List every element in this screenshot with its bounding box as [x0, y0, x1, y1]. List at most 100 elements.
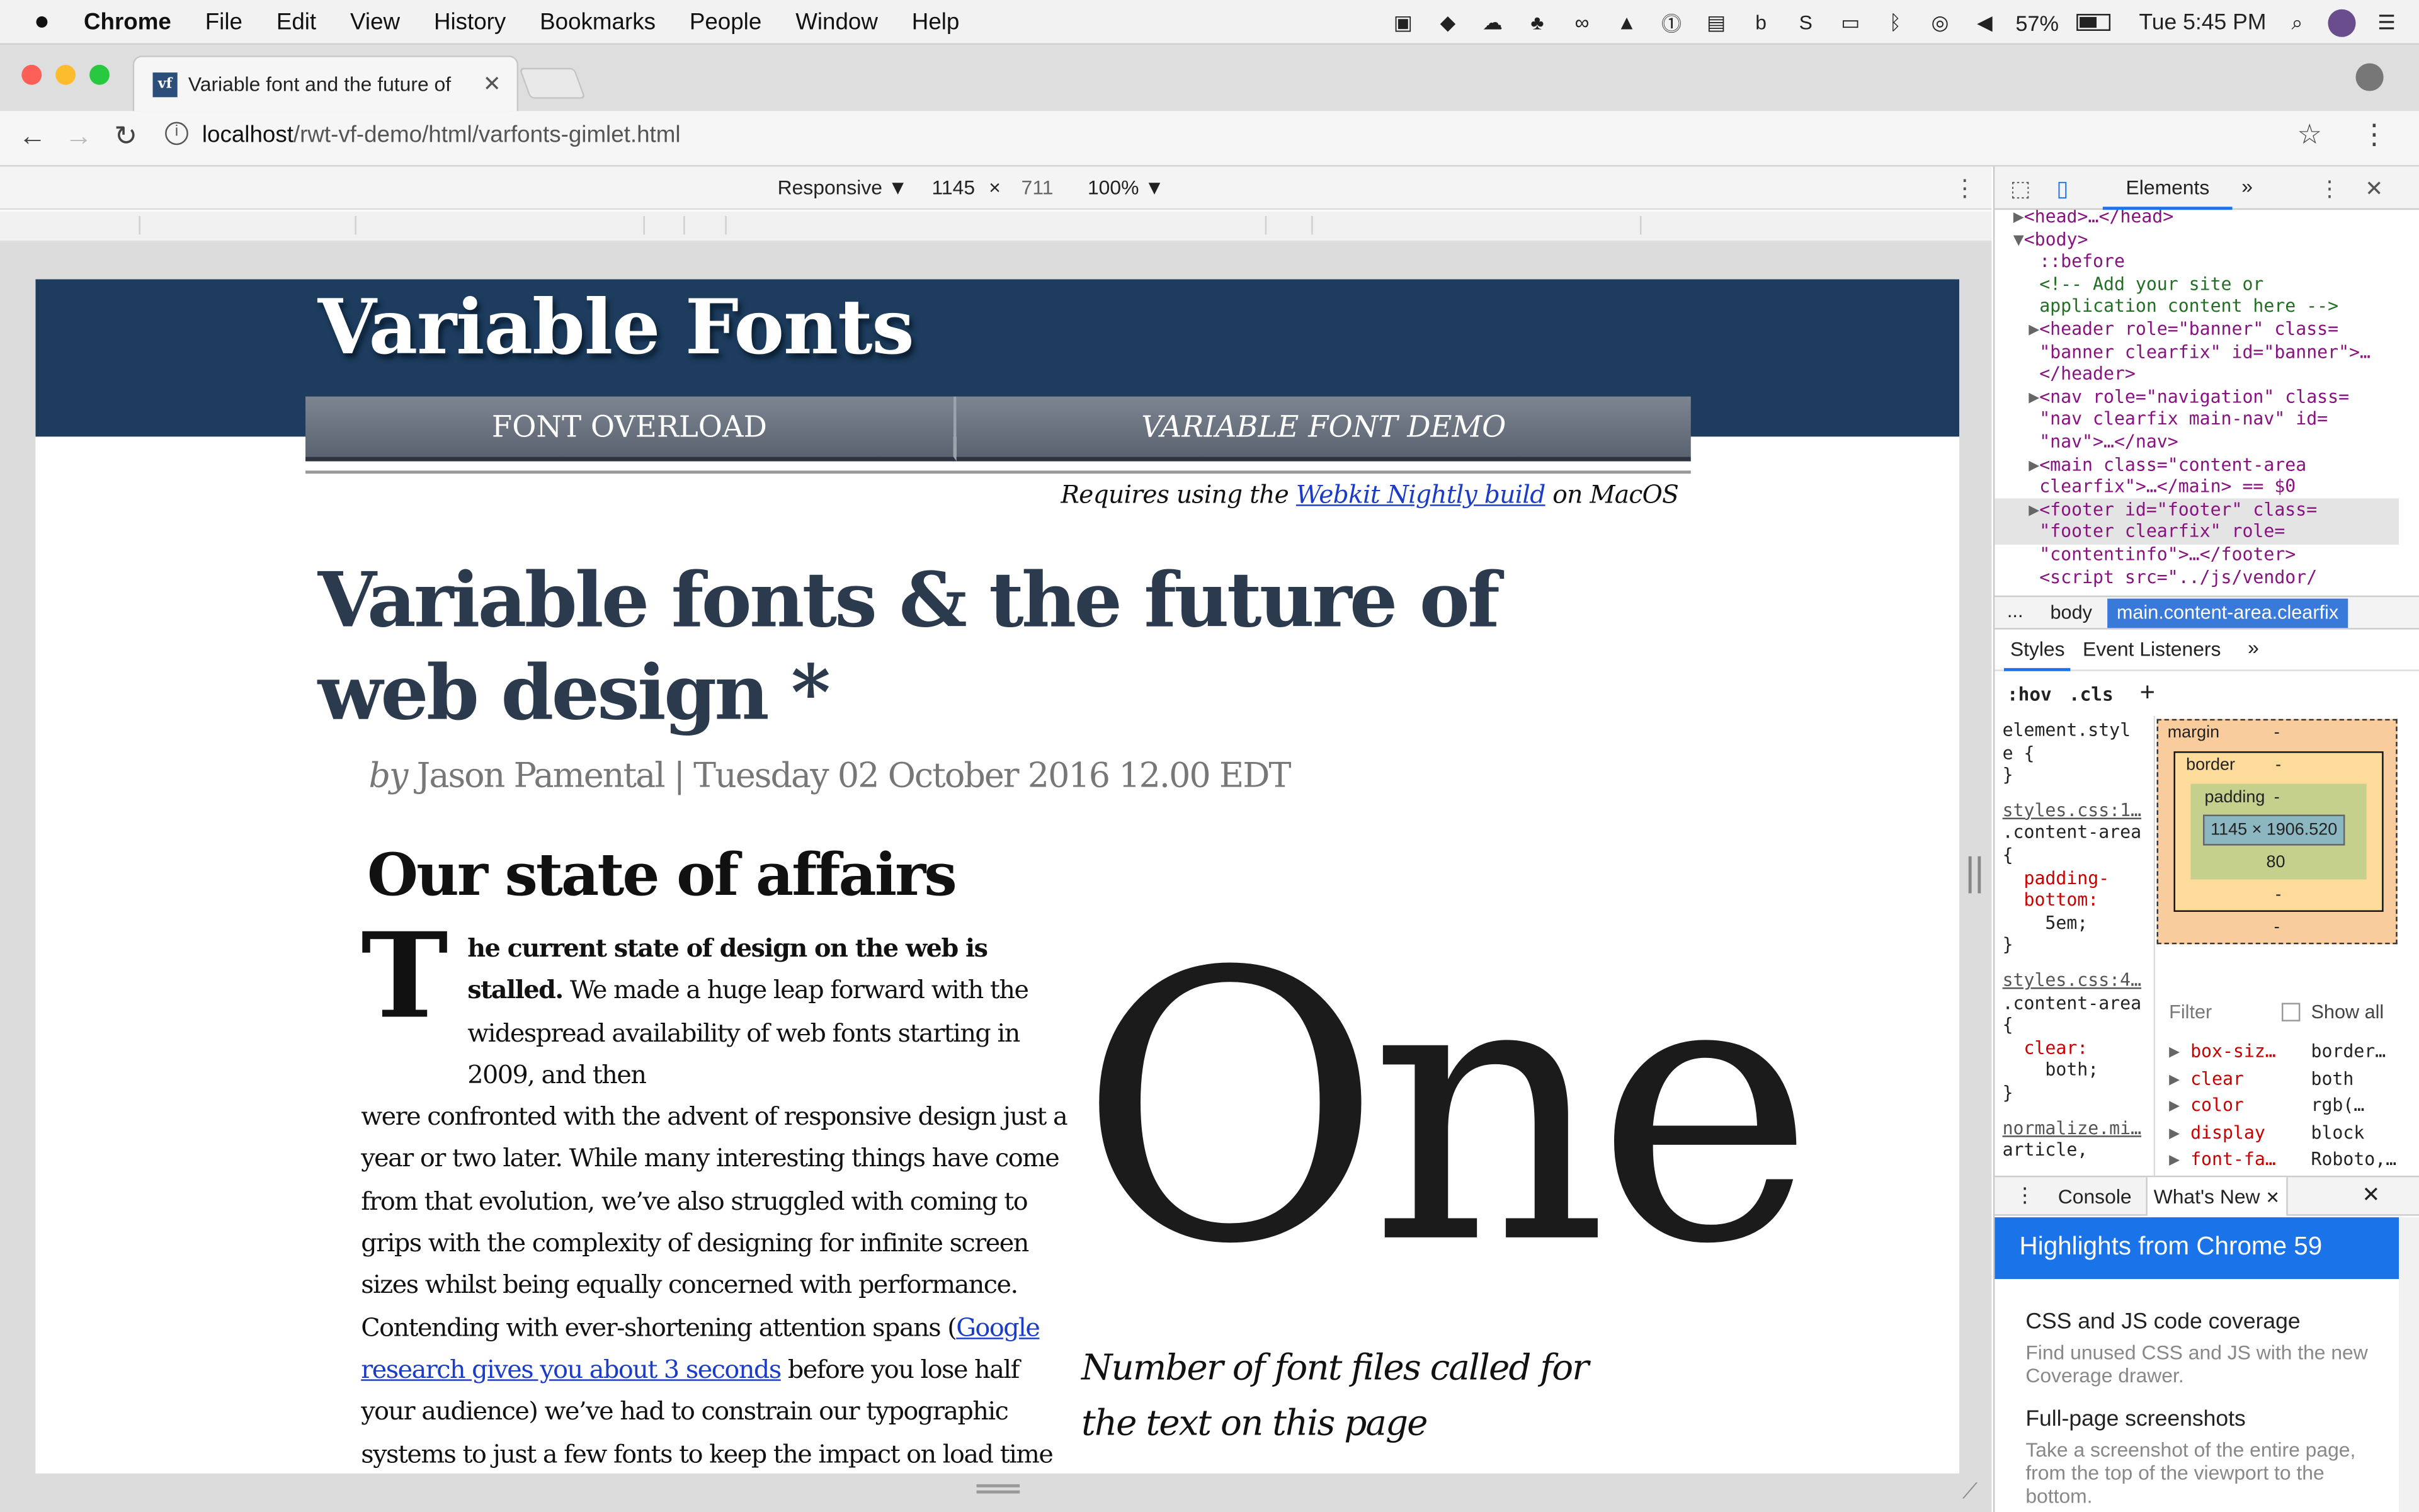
- emulated-viewport[interactable]: Variable Fonts FONT OVERLOAD VARIABLE FO…: [35, 279, 1959, 1474]
- webkit-nightly-link[interactable]: Webkit Nightly build: [1296, 480, 1545, 509]
- expand-arrow-icon[interactable]: [2029, 543, 2039, 564]
- menu-view[interactable]: View: [350, 8, 400, 35]
- sync-icon[interactable]: S: [1792, 10, 1819, 35]
- box-model-diagram[interactable]: margin - border - padding - 1145 × 1906.…: [2156, 719, 2398, 945]
- devtools-scrollbar[interactable]: [2399, 1217, 2419, 1512]
- dom-node-line[interactable]: ▶<head>…</head>: [2013, 210, 2173, 227]
- reload-icon[interactable]: ↻: [114, 120, 137, 152]
- window-minimize-button[interactable]: [55, 64, 76, 85]
- new-tab-button[interactable]: [518, 67, 586, 99]
- viewport-resize-corner-icon[interactable]: ⟋: [1962, 1478, 1978, 1504]
- info-icon[interactable]: i: [165, 122, 188, 145]
- dom-node-line[interactable]: "contentinfo">…</footer>: [2029, 543, 2296, 566]
- screen-record-icon[interactable]: ▣: [1389, 10, 1417, 35]
- bookmark-icon[interactable]: ▤: [1702, 10, 1730, 35]
- new-style-rule-button[interactable]: +: [2140, 678, 2155, 708]
- password-icon[interactable]: ⓵: [1658, 10, 1685, 36]
- devtools-close-icon[interactable]: ✕: [2365, 176, 2383, 202]
- zoom-select[interactable]: 100% ▼: [1088, 176, 1164, 199]
- tab-event-listeners[interactable]: Event Listeners: [2083, 637, 2221, 661]
- breadcrumb-selected[interactable]: main.content-area.clearfix: [2107, 598, 2348, 628]
- expand-arrow-icon[interactable]: ▶: [2029, 318, 2039, 339]
- expand-arrow-icon[interactable]: [2029, 475, 2039, 497]
- expand-arrow-icon[interactable]: [2029, 431, 2039, 452]
- chrome-menu-icon[interactable]: ⋮: [2360, 119, 2388, 151]
- expand-arrow-icon[interactable]: [2029, 273, 2039, 294]
- viewport-resize-handle-bottom[interactable]: [976, 1484, 1020, 1494]
- expand-arrow-icon[interactable]: ▶: [2029, 498, 2039, 520]
- inspect-element-icon[interactable]: ⬚: [2010, 176, 2030, 202]
- viewport-width-input[interactable]: 1145: [932, 176, 976, 199]
- tab-close-icon[interactable]: ✕: [483, 71, 501, 98]
- style-source-link[interactable]: normalize.mi…: [2003, 1117, 2142, 1139]
- computed-row[interactable]: ▶ clear both: [2169, 1067, 2354, 1088]
- dom-node-line[interactable]: "nav">…</nav>: [2029, 431, 2178, 453]
- forward-arrow-icon[interactable]: →: [65, 120, 93, 152]
- apple-icon[interactable]: ●: [34, 6, 50, 37]
- tab-whats-new[interactable]: What's New ✕: [2146, 1177, 2288, 1216]
- dom-node-line[interactable]: clearfix">…</main> == $0: [2029, 475, 2296, 498]
- expand-arrow-icon[interactable]: [2029, 295, 2039, 317]
- style-source-link[interactable]: styles.css:4…: [2003, 969, 2142, 992]
- device-toolbar-more-icon[interactable]: ⋮: [1953, 174, 1976, 202]
- computed-row[interactable]: ▶ box-siz… border…: [2169, 1040, 2386, 1061]
- window-close-button[interactable]: [21, 64, 42, 85]
- style-source-link[interactable]: styles.css:1…: [2003, 799, 2142, 822]
- media-query-ruler[interactable]: [0, 211, 1992, 242]
- dropbox-icon[interactable]: ◆: [1434, 10, 1462, 35]
- computed-row[interactable]: ▶ display block: [2169, 1121, 2364, 1142]
- dom-node-line[interactable]: </header>: [2029, 363, 2136, 385]
- dom-node-line[interactable]: <!-- Add your site or: [2029, 273, 2263, 295]
- cloud-icon[interactable]: ☁: [1479, 10, 1506, 35]
- menu-help[interactable]: Help: [912, 8, 960, 35]
- profile-icon[interactable]: [2355, 63, 2384, 91]
- menu-history[interactable]: History: [434, 8, 506, 35]
- dom-node-line[interactable]: ▶<header role="banner" class=: [2029, 318, 2338, 341]
- bluetooth-icon[interactable]: ᛒ: [1881, 10, 1909, 35]
- tab-elements[interactable]: Elements: [2102, 167, 2233, 210]
- expand-arrow-icon[interactable]: ▶: [2169, 1094, 2190, 1115]
- hov-toggle[interactable]: :hov: [2007, 683, 2052, 705]
- expand-arrow-icon[interactable]: [2029, 363, 2039, 384]
- volume-icon[interactable]: ◀: [1971, 10, 1998, 35]
- menu-edit[interactable]: Edit: [276, 8, 316, 35]
- dom-node-line[interactable]: "footer clearfix" role=: [2029, 521, 2285, 543]
- dom-node-line[interactable]: ▶<main class="content-area: [2029, 453, 2306, 475]
- expand-arrow-icon[interactable]: [2029, 408, 2039, 429]
- nav-item-font-overload[interactable]: FONT OVERLOAD: [305, 396, 957, 462]
- computed-row[interactable]: ▶ font-fa… Roboto,…: [2169, 1148, 2396, 1169]
- menu-app-chrome[interactable]: Chrome: [84, 8, 171, 35]
- device-toggle-icon[interactable]: ▯: [2056, 176, 2068, 202]
- expand-arrow-icon[interactable]: [2029, 566, 2039, 587]
- dom-node-line[interactable]: ▶<nav role="navigation" class=: [2029, 385, 2349, 408]
- menu-window[interactable]: Window: [795, 8, 878, 35]
- menu-people[interactable]: People: [690, 8, 761, 35]
- expand-arrow-icon[interactable]: ▶: [2169, 1148, 2190, 1169]
- airplay-icon[interactable]: ▭: [1836, 10, 1864, 35]
- expand-arrow-icon[interactable]: [2029, 250, 2039, 271]
- expand-arrow-icon[interactable]: ▶: [2169, 1067, 2190, 1088]
- window-zoom-button[interactable]: [89, 64, 110, 85]
- menubar-clock[interactable]: Tue 5:45 PM: [2139, 10, 2266, 35]
- drive-icon[interactable]: ▲: [1613, 10, 1641, 35]
- browser-tab-active[interactable]: vf Variable font and the future of ✕: [132, 55, 519, 111]
- notification-center-icon[interactable]: ☰: [2372, 10, 2400, 35]
- drawer-menu-icon[interactable]: ⋮: [2015, 1183, 2035, 1208]
- user-avatar[interactable]: [2328, 8, 2356, 37]
- styles-more-tabs-icon[interactable]: »: [2248, 635, 2259, 659]
- cls-toggle[interactable]: .cls: [2069, 683, 2114, 705]
- evernote-icon[interactable]: ♣: [1523, 10, 1551, 35]
- expand-arrow-icon[interactable]: ▶: [2029, 453, 2039, 474]
- wifi-icon[interactable]: ◎: [1926, 10, 1954, 35]
- dom-node-line[interactable]: <script src="../js/vendor/: [2029, 566, 2317, 588]
- tab-styles[interactable]: Styles: [2004, 630, 2071, 671]
- expand-arrow-icon[interactable]: ▶: [2013, 210, 2024, 227]
- breadcrumb-body[interactable]: body: [2051, 602, 2092, 623]
- expand-arrow-icon[interactable]: [2029, 521, 2039, 542]
- dom-node-line[interactable]: ::before: [2029, 250, 2125, 273]
- news-title[interactable]: CSS and JS code coverage: [2025, 1310, 2300, 1334]
- computed-row[interactable]: ▶ color rgb(…: [2169, 1094, 2364, 1115]
- dom-node-line[interactable]: ▼<body>: [2013, 228, 2088, 251]
- devtools-menu-icon[interactable]: ⋮: [2319, 176, 2340, 202]
- site-title[interactable]: Variable Fonts: [318, 282, 914, 372]
